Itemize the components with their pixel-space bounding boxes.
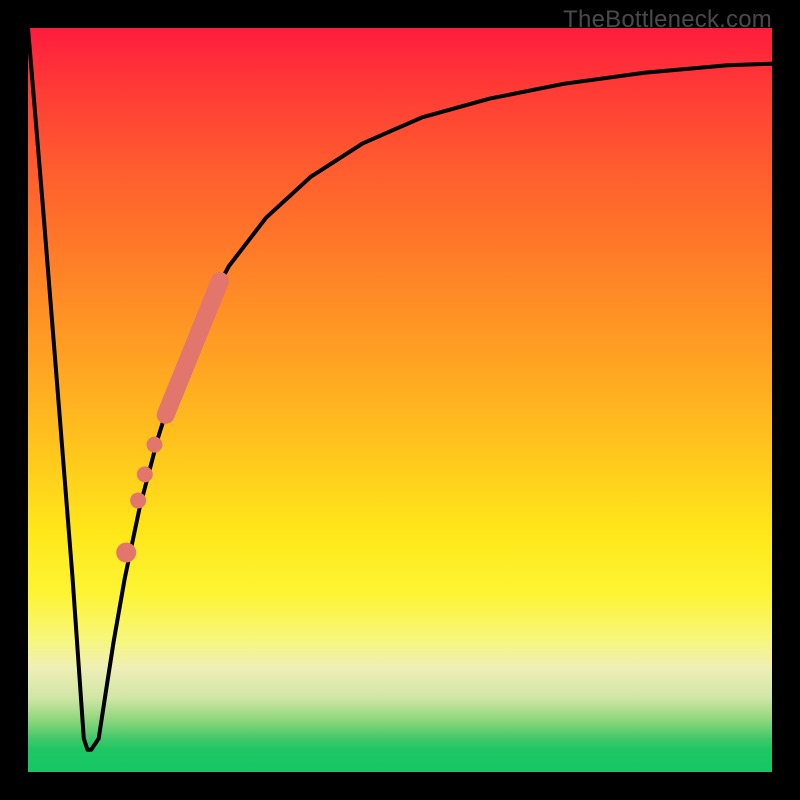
- highlight-dot: [137, 466, 153, 482]
- highlight-markers: [116, 281, 220, 563]
- chart-overlay: [28, 28, 772, 772]
- bottleneck-curve: [28, 28, 772, 750]
- highlight-dot: [130, 492, 146, 508]
- highlight-dot: [116, 543, 136, 563]
- highlight-dot: [146, 437, 162, 453]
- chart-frame: TheBottleneck.com: [0, 0, 800, 800]
- curve-path: [28, 28, 772, 750]
- highlight-stroke: [166, 281, 220, 415]
